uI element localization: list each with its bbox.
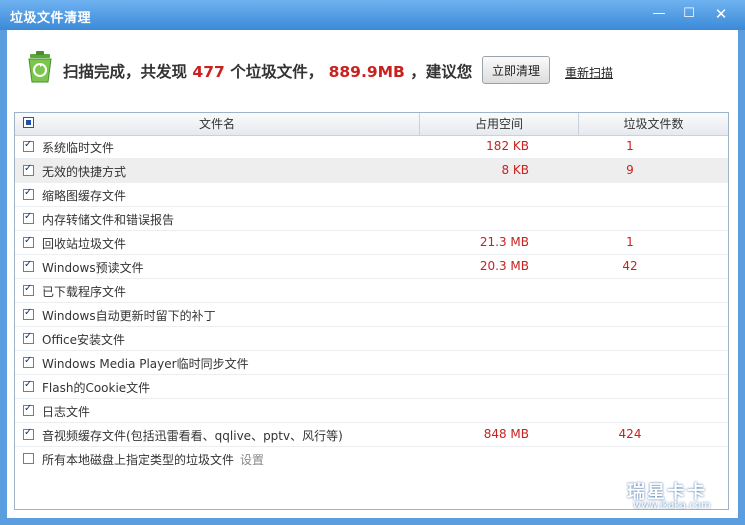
row-name: 日志文件 <box>42 405 91 419</box>
row-checkbox[interactable] <box>23 283 34 296</box>
title-bar[interactable]: 垃圾文件清理 — ☐ ✕ <box>0 0 745 30</box>
row-size: 21.3 MB <box>479 235 529 249</box>
table-row[interactable]: Windows预读文件 20.3 MB 42 <box>15 255 728 279</box>
row-checkbox[interactable] <box>23 403 34 416</box>
row-name: Windows预读文件 <box>42 261 144 275</box>
row-name: Windows Media Player临时同步文件 <box>42 357 249 371</box>
settings-link[interactable]: 设置 <box>240 453 264 467</box>
row-count: 9 <box>626 163 634 177</box>
window-title: 垃圾文件清理 <box>10 11 92 26</box>
row-count: 42 <box>622 259 638 273</box>
close-button[interactable]: ✕ <box>710 5 732 23</box>
row-name: 回收站垃圾文件 <box>42 237 127 251</box>
row-name: 缩略图缓存文件 <box>42 189 127 203</box>
row-name: 已下载程序文件 <box>42 285 127 299</box>
column-header-name[interactable]: 文件名 <box>15 113 420 135</box>
table-row[interactable]: 系统临时文件 182 KB 1 <box>15 135 728 159</box>
summary-prefix: 扫描完成，共发现 <box>63 63 188 81</box>
summary-mid: 个垃圾文件， <box>230 63 324 81</box>
summary-suffix: ，建议您 <box>410 63 473 81</box>
list-header: 文件名 占用空间 垃圾文件数 <box>15 113 728 136</box>
row-count: 424 <box>618 427 642 441</box>
row-checkbox[interactable] <box>23 355 34 368</box>
cleanup-window: 垃圾文件清理 — ☐ ✕ 扫描完成，共发现 477 个垃圾文件， 889.9MB… <box>0 0 745 525</box>
recycle-bin-icon <box>28 51 52 83</box>
row-name: 音视频缓存文件(包括迅雷看看、qqlive、pptv、风行等) <box>42 429 343 443</box>
row-size: 20.3 MB <box>479 259 529 273</box>
row-size: 8 KB <box>501 163 529 177</box>
table-row[interactable]: Office安装文件 <box>15 327 728 351</box>
table-row[interactable]: 日志文件 <box>15 399 728 423</box>
junk-file-list: 文件名 占用空间 垃圾文件数 系统临时文件 182 KB 1 无效的快捷方式 8 KB 9… <box>14 112 729 510</box>
scan-summary: 扫描完成，共发现 477 个垃圾文件， 889.9MB ，建议您 <box>63 60 472 82</box>
clean-now-button[interactable]: 立即清理 <box>482 56 550 84</box>
junk-size: 889.9MB <box>328 63 405 81</box>
table-row[interactable]: Windows Media Player临时同步文件 <box>15 351 728 375</box>
row-checkbox[interactable] <box>23 187 34 200</box>
row-name: Flash的Cookie文件 <box>42 381 151 395</box>
column-header-count[interactable]: 垃圾文件数 <box>579 113 728 135</box>
table-row[interactable]: Flash的Cookie文件 <box>15 375 728 399</box>
watermark-url: www.ikaka.com <box>633 500 711 511</box>
row-size: 848 MB <box>483 427 529 441</box>
row-name: Office安装文件 <box>42 333 126 347</box>
content-panel: 扫描完成，共发现 477 个垃圾文件， 889.9MB ，建议您 立即清理 重新… <box>7 30 738 518</box>
minimize-button[interactable]: — <box>648 5 670 23</box>
summary-area: 扫描完成，共发现 477 个垃圾文件， 889.9MB ，建议您 立即清理 重新… <box>7 30 738 106</box>
row-checkbox[interactable] <box>23 211 34 224</box>
row-checkbox[interactable] <box>23 427 34 440</box>
row-checkbox[interactable] <box>23 235 34 248</box>
table-row[interactable]: Windows自动更新时留下的补丁 <box>15 303 728 327</box>
table-row[interactable]: 已下载程序文件 <box>15 279 728 303</box>
table-row[interactable]: 缩略图缓存文件 <box>15 183 728 207</box>
table-row[interactable]: 回收站垃圾文件 21.3 MB 1 <box>15 231 728 255</box>
row-count: 1 <box>626 235 634 249</box>
row-name: 所有本地磁盘上指定类型的垃圾文件 设置 <box>42 451 264 468</box>
row-name: 内存转储文件和错误报告 <box>42 213 175 227</box>
row-checkbox[interactable] <box>23 163 34 176</box>
table-row-custom-types[interactable]: 所有本地磁盘上指定类型的垃圾文件 设置 <box>15 447 728 471</box>
row-checkbox[interactable] <box>23 379 34 392</box>
row-size: 182 KB <box>486 139 529 153</box>
row-checkbox[interactable] <box>23 139 34 152</box>
row-checkbox[interactable] <box>23 307 34 320</box>
row-name: 系统临时文件 <box>42 141 115 155</box>
row-checkbox[interactable] <box>23 453 34 464</box>
maximize-button[interactable]: ☐ <box>678 5 700 23</box>
column-header-size[interactable]: 占用空间 <box>420 113 579 135</box>
row-checkbox[interactable] <box>23 259 34 272</box>
watermark: 瑞星卡卡 www.ikaka.com <box>613 474 737 516</box>
row-checkbox[interactable] <box>23 331 34 344</box>
table-row[interactable]: 无效的快捷方式 8 KB 9 <box>15 159 728 183</box>
rescan-link[interactable]: 重新扫描 <box>565 64 613 81</box>
custom-types-label: 所有本地磁盘上指定类型的垃圾文件 <box>42 453 235 467</box>
table-row[interactable]: 音视频缓存文件(包括迅雷看看、qqlive、pptv、风行等) 848 MB 424 <box>15 423 728 447</box>
row-name: 无效的快捷方式 <box>42 165 127 179</box>
row-count: 1 <box>626 139 634 153</box>
junk-count: 477 <box>192 63 225 81</box>
row-name: Windows自动更新时留下的补丁 <box>42 309 216 323</box>
table-row[interactable]: 内存转储文件和错误报告 <box>15 207 728 231</box>
